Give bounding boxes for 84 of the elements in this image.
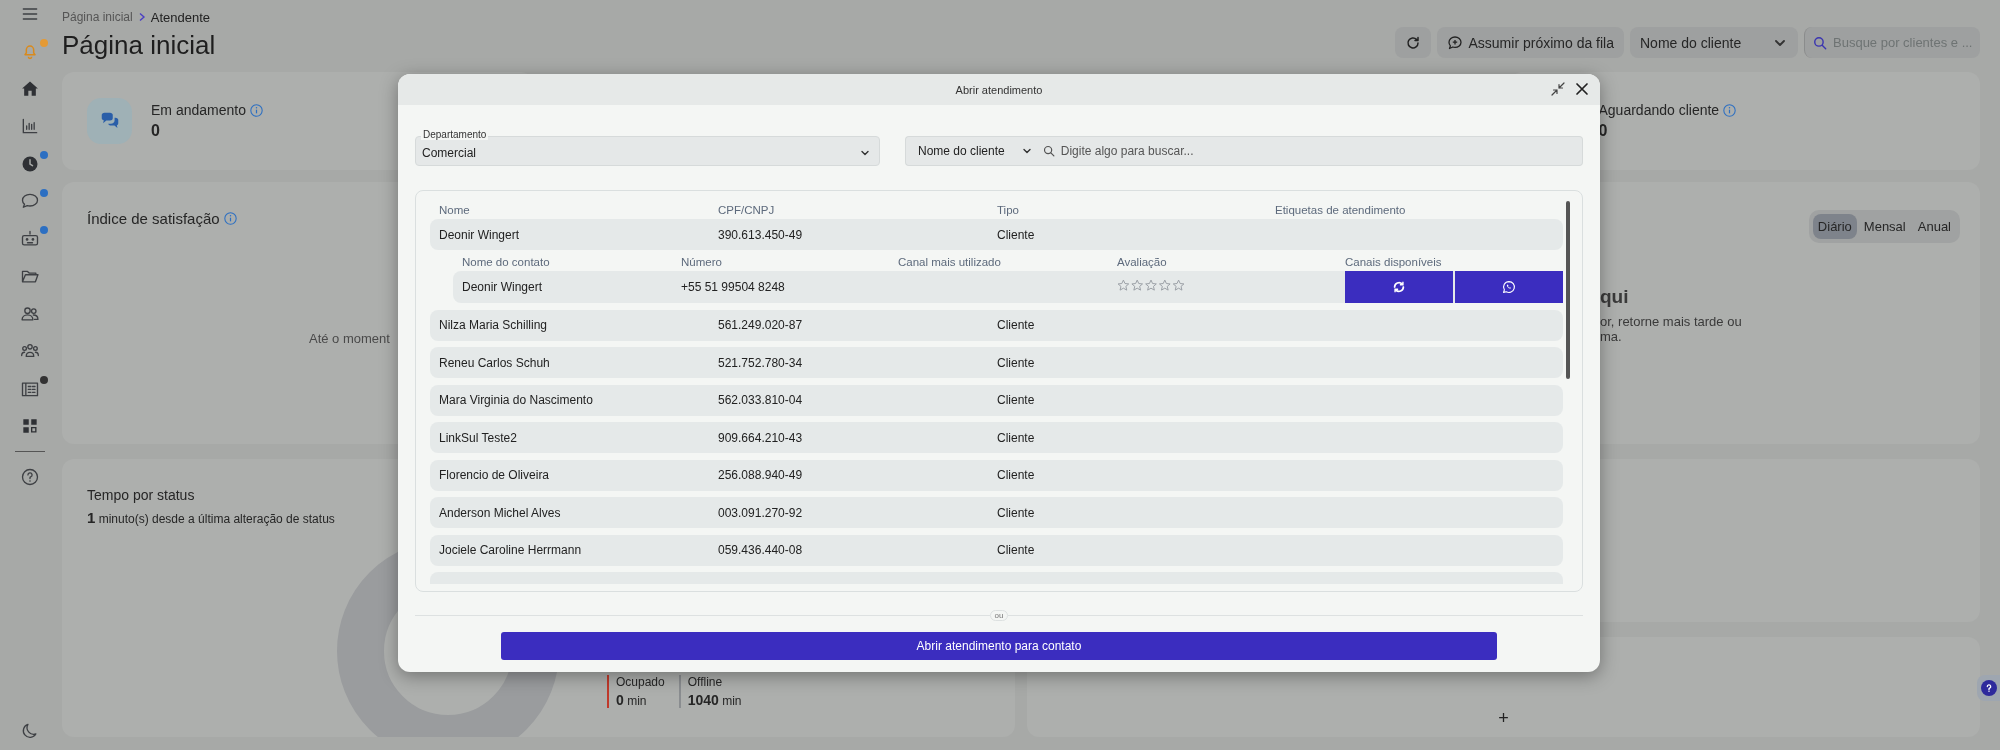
- add-button[interactable]: +: [1496, 708, 1511, 729]
- robot-icon[interactable]: [20, 228, 40, 249]
- stat-label: Em andamento: [151, 102, 246, 118]
- info-icon: [1723, 103, 1737, 117]
- breadcrumb-current: Atendente: [150, 9, 210, 25]
- table-cell-text: Mara Virginia do Nascimento: [439, 393, 594, 407]
- help-icon[interactable]: [20, 466, 40, 487]
- table-cell-text: Cliente: [997, 227, 1036, 242]
- close-button[interactable]: [1574, 81, 1590, 97]
- legend-value: 1040 min: [687, 692, 742, 708]
- table-cell-text: Cliente: [997, 355, 1036, 370]
- table-cell-text: 256.088.940-49: [718, 468, 804, 482]
- table-row[interactable]: Mara Virginia do Nascimento 562.033.810-04 Cliente: [430, 384, 1563, 416]
- table-cell-text: Cliente: [997, 393, 1036, 407]
- table-row[interactable]: Jociele Caroline Herrmann 059.436.440-08 Cliente: [430, 534, 1563, 566]
- scrollbar[interactable]: [1566, 201, 1570, 379]
- table-cell-text: Florencio de Oliveira: [439, 468, 551, 482]
- info-icon: [223, 212, 237, 225]
- close-icon: [1574, 81, 1590, 97]
- card-title: Tempo por status: [87, 487, 196, 503]
- table-cell-text: Cliente: [997, 468, 1036, 482]
- empty-title: qui: [1600, 286, 1630, 308]
- column-header: Canal mais utilizado: [898, 255, 1002, 268]
- column-header: Nome do contato: [462, 255, 551, 268]
- column-header: Nome: [439, 204, 471, 216]
- table-cell-text: Cliente: [997, 543, 1036, 557]
- table-cell-text: 390.613.450-49: [718, 227, 804, 242]
- table-cell-text: Nilza Maria Schilling: [439, 318, 549, 332]
- table-cell-text: 909.664.210-43: [718, 430, 804, 445]
- assume-next-button[interactable]: Assumir próximo da fila: [1436, 27, 1624, 58]
- field-label: Departamento: [421, 129, 489, 140]
- table-row[interactable]: Deonir Wingert 390.613.450-49 Cliente: [430, 219, 1563, 250]
- table-cell-text: Deonir Wingert: [462, 279, 544, 294]
- column-header: Canais disponíveis: [1345, 255, 1443, 268]
- card-title: Índice de satisfação: [87, 210, 220, 227]
- empty-message: or, retorne mais tarde ou ma.: [1600, 314, 1743, 344]
- legend-label: Ocupado: [616, 675, 665, 689]
- column-header: Avaliação: [1117, 255, 1168, 268]
- table-cell-text: +55 51 99504 8248: [681, 279, 786, 294]
- table-cell-text: Cliente: [997, 318, 1036, 332]
- empty-message: Até o moment: [309, 331, 390, 346]
- table-row[interactable]: Reneu Carlos Schuh 521.752.780-34 Cliente: [430, 347, 1563, 378]
- refresh-icon: [1404, 34, 1421, 51]
- table-cell-text: Deonir Wingert: [439, 227, 521, 242]
- dialog-title: Abrir atendimento: [955, 83, 1043, 96]
- chat-plus-icon: [1446, 34, 1463, 51]
- column-header: CPF/CNPJ: [718, 204, 776, 216]
- filter-dropdown[interactable]: Nome do cliente: [1630, 27, 1798, 58]
- table-row[interactable]: Nilza Maria Schilling 561.249.020-87 Cliente: [430, 309, 1563, 341]
- table-row[interactable]: Anderson Michel Alves 003.091.270-92 Cliente: [430, 497, 1563, 528]
- table-row[interactable]: LinkSul Teste2 909.664.210-43 Cliente: [430, 422, 1563, 453]
- table-cell-text: Cliente: [997, 505, 1036, 520]
- whatsapp-icon: [1502, 279, 1516, 294]
- period-tab[interactable]: Mensal: [1858, 214, 1911, 239]
- table-cell-text: 059.436.440-08: [718, 543, 804, 557]
- table-cell-text: 562.033.810-04: [718, 393, 804, 407]
- table-cell-text: Cliente: [997, 430, 1036, 445]
- collapse-arrows-icon: [1550, 81, 1566, 97]
- table-cell-text: LinkSul Teste2: [439, 430, 518, 445]
- table-cell-text: 003.091.270-92: [718, 505, 804, 520]
- table-cell-text: Jociele Caroline Herrmann: [439, 543, 583, 557]
- help-button[interactable]: [1980, 680, 1997, 696]
- info-icon: [249, 103, 263, 117]
- search-icon: [1813, 35, 1827, 50]
- status-summary: 1 minuto(s) desde a última alteração de status: [87, 509, 335, 526]
- legend-value: 0 min: [616, 692, 648, 708]
- period-tab[interactable]: Diário: [1812, 214, 1857, 239]
- legend-label: Offline: [687, 675, 724, 689]
- circular-arrows-icon: [1392, 279, 1406, 294]
- page-title: Página inicial: [62, 30, 216, 61]
- refresh-button[interactable]: [1394, 27, 1431, 58]
- column-header: Etiquetas de atendimento: [1275, 204, 1407, 216]
- table-cell-text: 561.249.020-87: [718, 318, 804, 332]
- open-contact-button[interactable]: Abrir atendimento para contato: [501, 632, 1497, 660]
- column-header: Tipo: [997, 204, 1020, 216]
- minimize-button[interactable]: [1550, 81, 1566, 97]
- stat-label: Aguardando cliente: [1598, 102, 1720, 118]
- period-tab[interactable]: Anual: [1912, 214, 1956, 239]
- table-cell-text: Reneu Carlos Schuh: [439, 355, 551, 370]
- table-cell-text: Anderson Michel Alves: [439, 505, 562, 520]
- stat-value: 0: [151, 122, 161, 140]
- table-row[interactable]: Florencio de Oliveira 256.088.940-49 Cliente: [430, 459, 1563, 491]
- column-header: Número: [681, 255, 723, 268]
- table-cell-text: 521.752.780-34: [718, 355, 804, 370]
